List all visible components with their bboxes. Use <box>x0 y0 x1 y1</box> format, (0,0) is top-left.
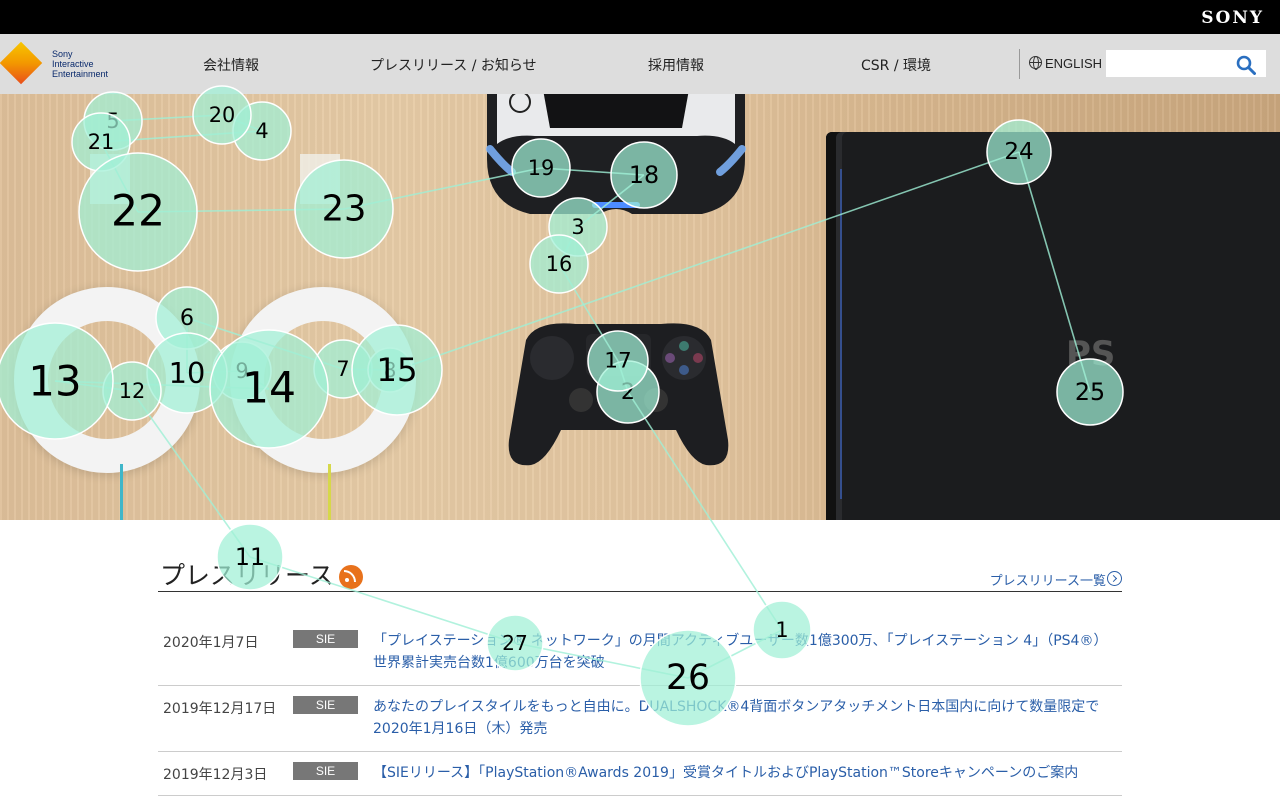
section-divider <box>158 591 1122 592</box>
press-link[interactable]: 「プレイステーション® ネットワーク」の月間アクティブユーザー数1億300万、「… <box>373 630 1113 674</box>
nav-recruit[interactable]: 採用情報 <box>648 55 704 75</box>
press-row: 2019年12月17日 SIE あなたのプレイスタイルをもっと自由に。DUALS… <box>158 686 1122 752</box>
dualshock-controller-image <box>508 323 729 466</box>
nav-press-release[interactable]: プレスリリース / お知らせ <box>370 55 537 75</box>
section-title: プレスリリース <box>160 561 334 590</box>
card-image <box>300 154 340 204</box>
press-date: 2019年12月3日 <box>163 767 268 783</box>
sie-logo[interactable]: Sony Interactive Entertainment <box>0 41 134 85</box>
press-link[interactable]: あなたのプレイスタイルをもっと自由に。DUALSHOCK®4背面ボタンアタッチメ… <box>373 696 1113 740</box>
hero-banner[interactable]: PS <box>0 94 1280 520</box>
english-link[interactable]: ENGLISH <box>1045 56 1102 71</box>
main-navigation: Sony Interactive Entertainment 会社情報 プレスリ… <box>0 34 1280 94</box>
press-date: 2019年12月17日 <box>163 701 277 717</box>
search-icon[interactable] <box>1236 55 1256 75</box>
playstation-logo: PS <box>1066 334 1116 374</box>
sony-logo[interactable]: SONY <box>1201 8 1264 28</box>
sie-logo-text: Sony Interactive Entertainment <box>52 49 109 79</box>
nav-csr[interactable]: CSR / 環境 <box>861 55 931 75</box>
sony-top-bar: SONY <box>0 0 1280 34</box>
nav-company-info[interactable]: 会社情報 <box>203 55 259 75</box>
move-controller-ring-left <box>14 287 200 473</box>
vr-headset-image <box>486 94 746 214</box>
press-link[interactable]: 【SIEリリース】「PlayStation®Awards 2019」受賞タイトル… <box>373 762 1113 784</box>
card-image <box>90 154 130 204</box>
sie-diamond-icon <box>0 41 43 85</box>
nav-divider <box>1019 49 1020 79</box>
press-date: 2020年1月7日 <box>163 635 259 651</box>
category-badge: SIE <box>293 696 358 714</box>
move-controller-ring-right <box>230 287 416 473</box>
category-badge: SIE <box>293 762 358 780</box>
arrow-circle-icon[interactable] <box>1107 571 1122 586</box>
ps4-console-image <box>826 132 1280 520</box>
press-row: 2020年1月7日 SIE 「プレイステーション® ネットワーク」の月間アクティ… <box>158 620 1122 686</box>
globe-icon[interactable] <box>1029 56 1042 70</box>
category-badge: SIE <box>293 630 358 648</box>
press-list-link[interactable]: プレスリリース一覧 <box>990 570 1106 589</box>
rss-icon[interactable] <box>339 565 363 589</box>
press-row: 2019年12月3日 SIE 【SIEリリース】「PlayStation®Awa… <box>158 752 1122 796</box>
